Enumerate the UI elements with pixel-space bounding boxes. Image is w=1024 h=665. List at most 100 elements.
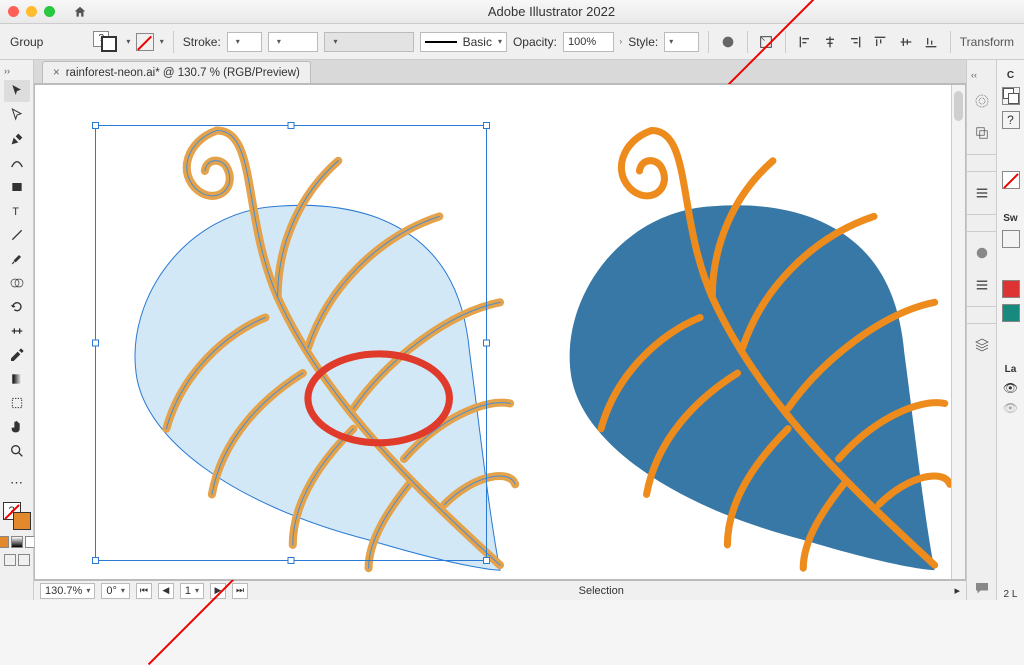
- fill-stroke-swatch[interactable]: ?: [93, 31, 120, 53]
- zoom-tool[interactable]: [4, 440, 30, 462]
- resize-handle[interactable]: [92, 557, 99, 564]
- prev-artboard-button[interactable]: ◀: [158, 583, 174, 599]
- chevron-right-icon[interactable]: ›: [620, 37, 623, 46]
- rectangle-tool[interactable]: [4, 176, 30, 198]
- control-bar: Group ? ▾ ▾ Stroke: ▾ ▾ ▾ Basic ▾ Opacit…: [0, 24, 1024, 60]
- resize-handle[interactable]: [288, 557, 295, 564]
- status-menu-icon[interactable]: ▸: [954, 584, 960, 597]
- maximize-window-button[interactable]: [44, 6, 55, 17]
- style-dropdown[interactable]: ▾: [664, 32, 699, 52]
- color-mode-button[interactable]: [0, 536, 9, 548]
- toolbar: ›› T ⋯ ?: [0, 60, 34, 600]
- artboard-number-input[interactable]: 1▾: [180, 583, 204, 599]
- edit-toolbar-button[interactable]: ⋯: [4, 472, 30, 494]
- collapse-dock-icon[interactable]: ‹‹: [971, 70, 977, 80]
- align-left-icon[interactable]: [795, 32, 814, 52]
- chevron-down-icon[interactable]: ▾: [160, 37, 164, 46]
- no-fill-swatch[interactable]: [136, 33, 153, 51]
- rotate-tool[interactable]: [4, 296, 30, 318]
- gradient-mode-button[interactable]: [11, 536, 23, 548]
- document-tab-row: × rainforest-neon.ai* @ 130.7 % (RGB/Pre…: [34, 60, 966, 84]
- paintbrush-tool[interactable]: [4, 248, 30, 270]
- close-window-button[interactable]: [8, 6, 19, 17]
- isolate-group-icon[interactable]: [757, 32, 776, 52]
- brush-unavailable-dropdown[interactable]: ▾: [324, 32, 413, 52]
- visibility-icon[interactable]: 👁: [1003, 381, 1018, 395]
- stroke-profile-dropdown[interactable]: ▾: [268, 32, 319, 52]
- layers-panel-tab[interactable]: La: [1005, 364, 1017, 375]
- draw-normal-button[interactable]: [4, 554, 16, 566]
- align-bottom-icon[interactable]: [921, 32, 940, 52]
- swatch-pair-mini-2[interactable]: [1002, 230, 1020, 248]
- align-top-icon[interactable]: [871, 32, 890, 52]
- align-right-icon[interactable]: [845, 32, 864, 52]
- hand-tool[interactable]: [4, 416, 30, 438]
- svg-text:T: T: [12, 206, 19, 218]
- close-tab-icon[interactable]: ×: [53, 67, 60, 79]
- properties-panel-icon[interactable]: [971, 90, 993, 112]
- transform-panel-label[interactable]: Transform: [960, 35, 1014, 49]
- recolor-artwork-icon[interactable]: [718, 32, 737, 52]
- app-title: Adobe Illustrator 2022: [87, 4, 1016, 19]
- resize-handle[interactable]: [92, 340, 99, 347]
- comments-panel-icon[interactable]: [971, 578, 993, 600]
- paragraph-panel-icon[interactable]: [971, 182, 993, 204]
- stroke-label[interactable]: Stroke:: [183, 35, 221, 49]
- document-tab[interactable]: × rainforest-neon.ai* @ 130.7 % (RGB/Pre…: [42, 61, 311, 83]
- resize-handle[interactable]: [483, 557, 490, 564]
- resize-handle[interactable]: [483, 122, 490, 129]
- align-center-h-icon[interactable]: [820, 32, 839, 52]
- resize-handle[interactable]: [92, 122, 99, 129]
- draw-behind-button[interactable]: [18, 554, 30, 566]
- style-label[interactable]: Style:: [628, 35, 658, 49]
- opacity-input[interactable]: 100%: [563, 32, 614, 52]
- home-icon[interactable]: [73, 5, 87, 19]
- curvature-tool[interactable]: [4, 152, 30, 174]
- zoom-level-input[interactable]: 130.7%▾: [40, 583, 95, 599]
- workspace: ›› T ⋯ ?: [0, 60, 1024, 600]
- line-tool[interactable]: [4, 224, 30, 246]
- swatch-red[interactable]: [1002, 280, 1020, 298]
- stroke-box[interactable]: [13, 512, 31, 530]
- swatch-none[interactable]: [1002, 171, 1020, 189]
- resize-handle[interactable]: [483, 340, 490, 347]
- color-panel-tab[interactable]: C: [1007, 70, 1014, 81]
- selection-bounding-box[interactable]: [95, 125, 487, 561]
- visibility-icon[interactable]: 👁: [1003, 401, 1018, 415]
- last-artboard-button[interactable]: ⏭: [232, 583, 248, 599]
- rotate-view-input[interactable]: 0°▾: [101, 583, 130, 599]
- swatch-question[interactable]: ?: [1002, 111, 1020, 129]
- chevron-down-icon[interactable]: ▾: [126, 37, 130, 46]
- vertical-scrollbar[interactable]: [951, 85, 965, 579]
- swatches-panel-tab[interactable]: Sw: [1003, 213, 1017, 224]
- selection-tool[interactable]: [4, 80, 30, 102]
- stroke-weight-input[interactable]: ▾: [227, 32, 262, 52]
- document-area: × rainforest-neon.ai* @ 130.7 % (RGB/Pre…: [34, 60, 966, 600]
- brush-definition-dropdown[interactable]: Basic ▾: [420, 32, 507, 52]
- width-tool[interactable]: [4, 320, 30, 342]
- expand-toolbar-icon[interactable]: ››: [4, 66, 10, 76]
- resize-handle[interactable]: [288, 122, 295, 129]
- eyedropper-tool[interactable]: [4, 344, 30, 366]
- swatch-pair-mini[interactable]: [1002, 87, 1020, 105]
- status-bar: 130.7%▾ 0°▾ ⏮ ◀ 1▾ ▶ ⏭ Selection ▸: [34, 580, 966, 600]
- selection-type-label: Group: [10, 35, 87, 49]
- shapebuilder-tool[interactable]: [4, 272, 30, 294]
- fill-stroke-indicator[interactable]: ?: [3, 502, 31, 530]
- align-center-v-icon[interactable]: [896, 32, 915, 52]
- direct-selection-tool[interactable]: [4, 104, 30, 126]
- right-dock-icons: ‹‹: [966, 60, 996, 600]
- opacity-label[interactable]: Opacity:: [513, 35, 557, 49]
- artboard-tool[interactable]: [4, 392, 30, 414]
- appearance-panel-icon[interactable]: [971, 242, 993, 264]
- stroke-panel-icon[interactable]: [971, 274, 993, 296]
- pen-tool[interactable]: [4, 128, 30, 150]
- canvas[interactable]: [34, 84, 966, 580]
- layers-panel-icon[interactable]: [971, 334, 993, 356]
- gradient-tool[interactable]: [4, 368, 30, 390]
- first-artboard-button[interactable]: ⏮: [136, 583, 152, 599]
- minimize-window-button[interactable]: [26, 6, 37, 17]
- libraries-panel-icon[interactable]: [971, 122, 993, 144]
- swatch-teal[interactable]: [1002, 304, 1020, 322]
- type-tool[interactable]: T: [4, 200, 30, 222]
